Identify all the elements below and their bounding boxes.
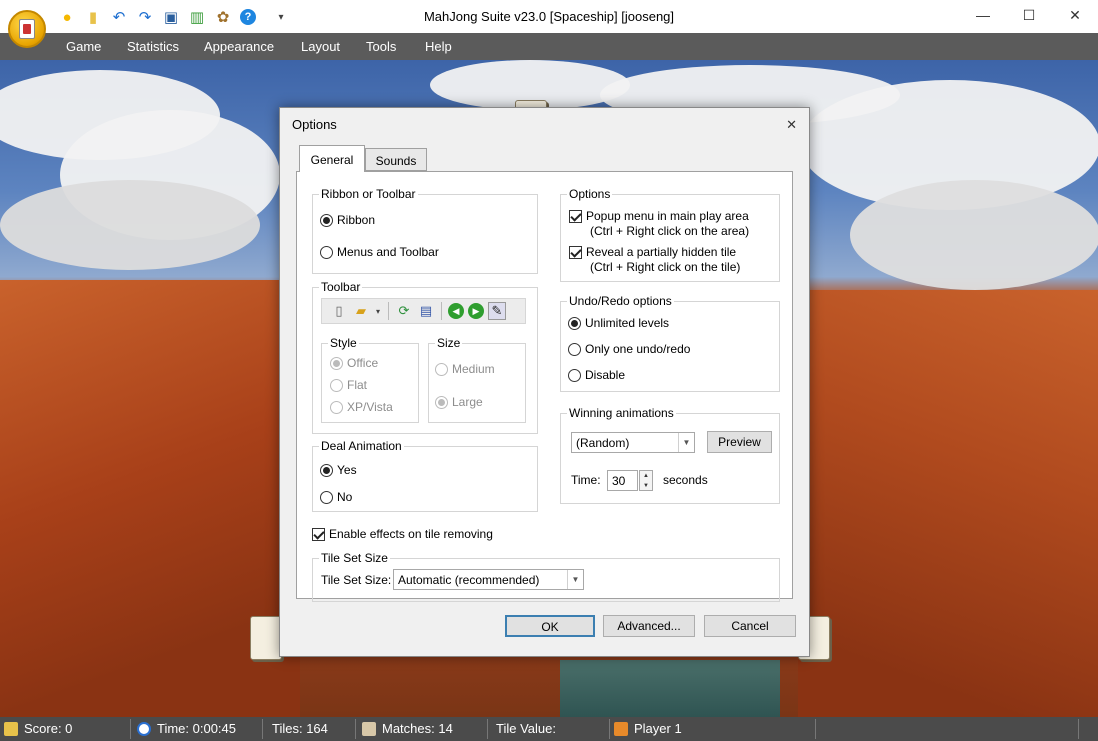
- general-tab-panel: Ribbon or Toolbar Ribbon Menus and Toolb…: [296, 171, 793, 602]
- minimize-button[interactable]: —: [960, 0, 1006, 30]
- matches-status: Matches: 14: [362, 721, 453, 736]
- clock-icon: [137, 721, 151, 736]
- close-button[interactable]: ✕: [1052, 0, 1098, 30]
- size-medium-radio[interactable]: Medium: [435, 362, 495, 376]
- time-input[interactable]: 30: [607, 470, 638, 491]
- menu-layout[interactable]: Layout: [301, 39, 340, 54]
- winning-animation-select[interactable]: (Random) ▼: [571, 432, 695, 453]
- popup-menu-checkbox[interactable]: Popup menu in main play area: [569, 209, 749, 223]
- mahjong-tile[interactable]: [250, 616, 282, 660]
- edit-icon: ✎: [488, 302, 506, 320]
- menu-statistics[interactable]: Statistics: [127, 39, 179, 54]
- group-legend: Toolbar: [319, 280, 363, 294]
- open-folder-icon: ▰: [356, 303, 366, 318]
- new-icon[interactable]: ▮: [84, 8, 102, 26]
- group-legend: Undo/Redo options: [567, 294, 674, 308]
- advanced-button[interactable]: Advanced...: [603, 615, 695, 637]
- disable-undo-radio[interactable]: Disable: [568, 368, 625, 382]
- toolbar-preview: ▯ ▰ ▾ ⟳ ▤ ◀ ▶ ✎: [321, 298, 526, 324]
- style-group: Style Office Flat XP/Vista: [321, 336, 419, 423]
- chevron-down-icon: ▼: [678, 433, 694, 452]
- player-icon: [614, 721, 628, 736]
- toolbar-group: Toolbar ▯ ▰ ▾ ⟳ ▤ ◀ ▶ ✎ Style Office Fla…: [312, 280, 538, 434]
- redo-icon[interactable]: ↷: [136, 8, 154, 26]
- sun-icon[interactable]: ●: [58, 8, 76, 26]
- deal-animation-group: Deal Animation Yes No: [312, 439, 538, 512]
- style-xpvista-radio[interactable]: XP/Vista: [330, 400, 393, 414]
- menu-appearance[interactable]: Appearance: [204, 39, 274, 54]
- time-status: Time: 0:00:45: [137, 721, 236, 736]
- deal-yes-radio[interactable]: Yes: [320, 463, 357, 477]
- matches-icon: [362, 721, 376, 736]
- save-icon: ▤: [419, 303, 433, 318]
- popup-menu-hint: (Ctrl + Right click on the area): [590, 224, 750, 238]
- ribbon-radio[interactable]: Ribbon: [320, 213, 375, 227]
- new-file-icon: ▯: [335, 303, 343, 318]
- menu-game[interactable]: Game: [66, 39, 101, 54]
- one-undo-radio[interactable]: Only one undo/redo: [568, 342, 690, 356]
- ok-button[interactable]: OK: [505, 615, 595, 637]
- player-status: Player 1: [614, 721, 682, 736]
- group-legend: Ribbon or Toolbar: [319, 187, 418, 201]
- tile-value-status: Tile Value:: [496, 721, 556, 736]
- time-label: Time:: [571, 473, 601, 487]
- group-legend: Style: [328, 336, 359, 350]
- menu-bar: Game Statistics Appearance Layout Tools …: [0, 33, 1098, 60]
- group-legend: Options: [567, 187, 613, 201]
- app-logo-icon[interactable]: [8, 10, 46, 48]
- menus-and-toolbar-radio[interactable]: Menus and Toolbar: [320, 245, 439, 259]
- score-status: Score: 0: [4, 721, 72, 736]
- tab-sounds[interactable]: Sounds: [365, 148, 427, 171]
- group-legend: Winning animations: [567, 406, 676, 420]
- size-large-radio[interactable]: Large: [435, 395, 483, 409]
- title-bar: ● ▮ ↶ ↷ ▣ ▥ ✿ ? ▾ MahJong Suite v23.0 [S…: [0, 0, 1098, 48]
- options-group: Options Popup menu in main play area (Ct…: [560, 187, 780, 282]
- tile-set-size-label: Tile Set Size:: [321, 573, 392, 587]
- tiles-status: Tiles: 164: [272, 721, 328, 736]
- forward-icon: ▶: [468, 303, 484, 319]
- winning-animations-group: Winning animations (Random) ▼ Preview Ti…: [560, 406, 780, 504]
- reveal-tile-checkbox[interactable]: Reveal a partially hidden tile: [569, 245, 736, 259]
- deal-no-radio[interactable]: No: [320, 490, 352, 504]
- group-legend: Tile Set Size: [319, 551, 390, 565]
- status-bar: Score: 0 Time: 0:00:45 Tiles: 164 Matche…: [0, 717, 1098, 741]
- style-flat-radio[interactable]: Flat: [330, 378, 367, 392]
- group-legend: Size: [435, 336, 463, 350]
- screen-icon[interactable]: ▣: [162, 8, 180, 26]
- help-icon[interactable]: ?: [240, 9, 256, 25]
- menu-tools[interactable]: Tools: [366, 39, 396, 54]
- tile-set-size-group: Tile Set Size Tile Set Size: Automatic (…: [312, 551, 780, 602]
- seconds-label: seconds: [663, 473, 708, 487]
- tile-set-size-select[interactable]: Automatic (recommended) ▼: [393, 569, 584, 590]
- options-dialog: Options ✕ General Sounds Ribbon or Toolb…: [279, 107, 810, 657]
- undo-icon[interactable]: ↶: [110, 8, 128, 26]
- time-spinner[interactable]: ▲ ▼: [639, 470, 653, 491]
- group-legend: Deal Animation: [319, 439, 404, 453]
- dropdown-arrow-icon: ▾: [375, 306, 380, 316]
- customize-icon[interactable]: ▾: [272, 8, 290, 26]
- back-icon: ◀: [448, 303, 464, 319]
- refresh-icon: ⟳: [398, 303, 410, 318]
- unlimited-levels-radio[interactable]: Unlimited levels: [568, 316, 669, 330]
- maximize-button[interactable]: ☐: [1006, 0, 1052, 30]
- chevron-down-icon: ▼: [567, 570, 583, 589]
- reveal-tile-hint: (Ctrl + Right click on the tile): [590, 260, 741, 274]
- undo-redo-group: Undo/Redo options Unlimited levels Only …: [560, 294, 780, 392]
- dialog-close-icon[interactable]: ✕: [786, 117, 797, 133]
- menu-help[interactable]: Help: [425, 39, 452, 54]
- stats-icon[interactable]: ▥: [188, 8, 206, 26]
- score-icon: [4, 721, 18, 736]
- dialog-title: Options: [292, 117, 337, 132]
- palette-icon[interactable]: ✿: [214, 8, 232, 26]
- enable-effects-checkbox[interactable]: Enable effects on tile removing: [312, 527, 493, 541]
- style-office-radio[interactable]: Office: [330, 356, 378, 370]
- preview-button[interactable]: Preview: [707, 431, 772, 453]
- size-group: Size Medium Large: [428, 336, 526, 423]
- tab-general[interactable]: General: [299, 145, 365, 172]
- cancel-button[interactable]: Cancel: [704, 615, 796, 637]
- ribbon-or-toolbar-group: Ribbon or Toolbar Ribbon Menus and Toolb…: [312, 187, 538, 274]
